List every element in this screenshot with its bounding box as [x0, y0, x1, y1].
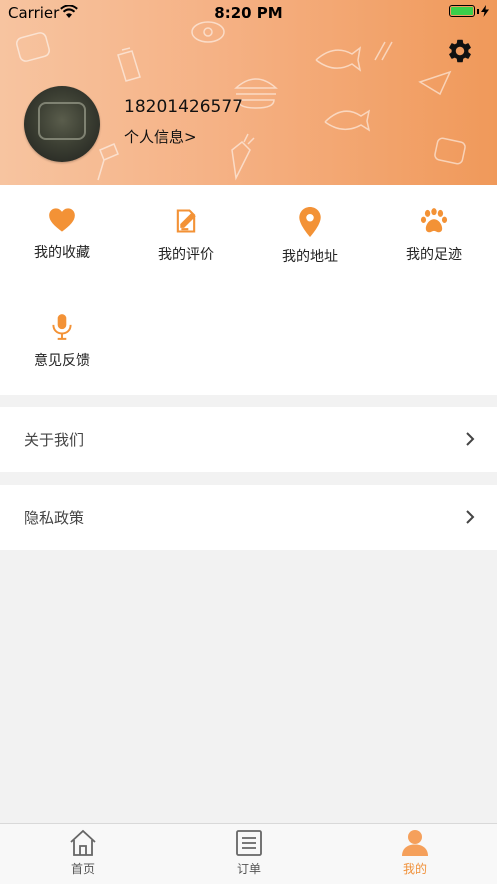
- about-us-row[interactable]: 关于我们: [0, 407, 497, 472]
- chevron-right-icon: [466, 510, 475, 524]
- settings-gear-icon[interactable]: [446, 37, 474, 65]
- order-list-icon: [236, 830, 262, 856]
- feature-grid: 我的收藏 我的评价 我的地址 我的足迹 意见反馈: [0, 185, 497, 395]
- privacy-policy-label: 隐私政策: [24, 509, 85, 527]
- my-footprint-label: 我的足迹: [406, 247, 462, 263]
- profile-header: Carrier 8:20 PM 18201426577 个人信息>: [0, 0, 497, 185]
- person-icon: [402, 830, 428, 856]
- my-address-label: 我的地址: [282, 249, 338, 265]
- feedback-label: 意见反馈: [34, 353, 90, 369]
- tab-orders[interactable]: 订单: [166, 829, 332, 877]
- microphone-icon: [52, 314, 72, 340]
- personal-info-link[interactable]: 个人信息>: [124, 126, 197, 147]
- my-reviews-label: 我的评价: [158, 247, 214, 263]
- tab-mine[interactable]: 我的: [332, 829, 497, 877]
- my-address-button[interactable]: 我的地址: [248, 207, 372, 266]
- user-phone-number: 18201426577: [124, 97, 243, 117]
- tab-home[interactable]: 首页: [0, 829, 166, 877]
- my-reviews-button[interactable]: 我的评价: [124, 207, 248, 264]
- home-icon: [70, 829, 96, 856]
- favorites-button[interactable]: 我的收藏: [0, 207, 124, 262]
- favorites-label: 我的收藏: [34, 245, 90, 261]
- feedback-button[interactable]: 意见反馈: [0, 313, 124, 370]
- clock: 8:20 PM: [214, 4, 283, 22]
- tab-mine-label: 我的: [402, 862, 427, 876]
- heart-icon: [49, 208, 75, 232]
- tab-home-label: 首页: [70, 862, 95, 876]
- my-footprint-button[interactable]: 我的足迹: [372, 207, 496, 264]
- tab-bar: 首页 订单 我的: [0, 823, 497, 884]
- battery-icon: [449, 5, 489, 17]
- paw-icon: [420, 208, 448, 233]
- about-us-label: 关于我们: [24, 431, 85, 449]
- edit-note-icon: [176, 209, 196, 233]
- tab-orders-label: 订单: [236, 862, 261, 876]
- charging-bolt-icon: [481, 5, 489, 17]
- location-pin-icon: [299, 207, 321, 237]
- avatar[interactable]: [24, 86, 100, 162]
- privacy-policy-row[interactable]: 隐私政策: [0, 485, 497, 550]
- chevron-right-icon: [466, 432, 475, 446]
- status-bar: Carrier 8:20 PM: [0, 0, 497, 26]
